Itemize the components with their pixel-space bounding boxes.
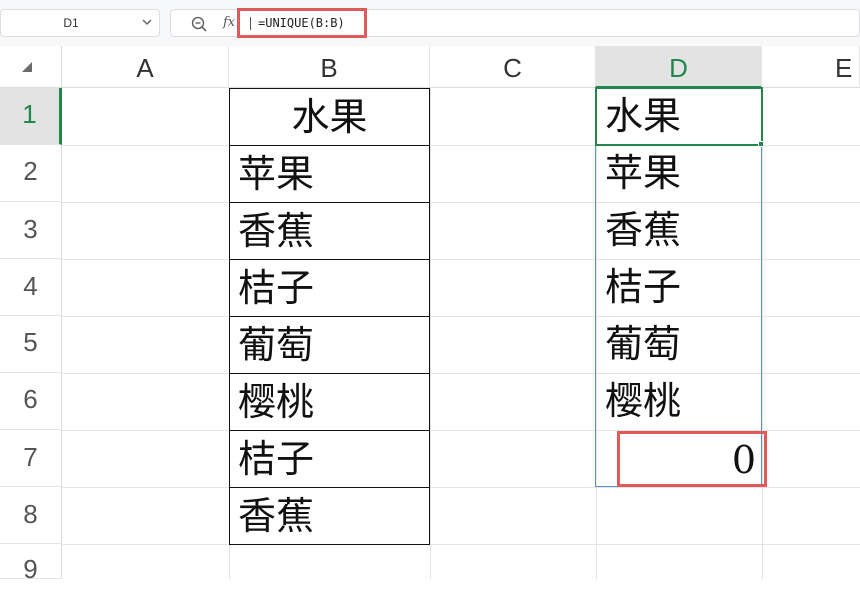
- grid-line: [62, 487, 860, 488]
- formula-panel: fx =UNIQUE(B:B): [170, 8, 860, 38]
- grid-line: [762, 88, 763, 579]
- row-header-2[interactable]: 2: [0, 145, 62, 202]
- cell-d6[interactable]: 樱桃: [596, 373, 762, 430]
- zoom-out-icon[interactable]: [191, 16, 207, 32]
- row-header-5[interactable]: 5: [0, 316, 62, 373]
- cell-b1[interactable]: 水果: [229, 88, 430, 146]
- text-cursor: [250, 17, 251, 30]
- formula-input[interactable]: =UNIQUE(B:B): [237, 8, 367, 38]
- cell-d2[interactable]: 苹果: [596, 145, 762, 202]
- row-header-1[interactable]: 1: [0, 88, 62, 145]
- cell-d3[interactable]: 香蕉: [596, 202, 762, 259]
- cell-b8[interactable]: 香蕉: [229, 487, 430, 545]
- formula-bar: D1 fx =UNIQUE(B:B): [0, 0, 860, 46]
- cell-d5[interactable]: 葡萄: [596, 316, 762, 373]
- row-header-6[interactable]: 6: [0, 373, 62, 430]
- row-header-4[interactable]: 4: [0, 259, 62, 316]
- cell-b3[interactable]: 香蕉: [229, 202, 430, 260]
- cell-d4[interactable]: 桔子: [596, 259, 762, 316]
- cell-b4[interactable]: 桔子: [229, 259, 430, 317]
- row-header-9[interactable]: 9: [0, 544, 62, 584]
- row-header-8[interactable]: 8: [0, 487, 62, 544]
- cell-b6[interactable]: 樱桃: [229, 373, 430, 431]
- formula-text: =UNIQUE(B:B): [258, 16, 345, 30]
- column-header-e[interactable]: E: [762, 46, 860, 88]
- select-all-corner[interactable]: [0, 46, 62, 88]
- row-header-7[interactable]: 7: [0, 430, 62, 487]
- column-header-a[interactable]: A: [62, 46, 229, 88]
- name-box[interactable]: D1: [0, 9, 160, 37]
- cell-b2[interactable]: 苹果: [229, 145, 430, 203]
- highlight-box: [617, 431, 767, 487]
- cell-b5[interactable]: 葡萄: [229, 316, 430, 374]
- fill-handle[interactable]: [758, 141, 764, 147]
- column-header-c[interactable]: C: [430, 46, 596, 88]
- chevron-down-icon[interactable]: [141, 16, 153, 28]
- grid-line: [430, 88, 431, 579]
- name-box-value: D1: [63, 16, 79, 30]
- select-all-icon: [22, 62, 32, 72]
- cell-b7[interactable]: 桔子: [229, 430, 430, 488]
- active-cell-selection: [595, 87, 763, 146]
- row-header-3[interactable]: 3: [0, 202, 62, 259]
- column-header-d[interactable]: D: [596, 46, 762, 88]
- column-header-b[interactable]: B: [229, 46, 430, 88]
- grid-line: [62, 544, 860, 545]
